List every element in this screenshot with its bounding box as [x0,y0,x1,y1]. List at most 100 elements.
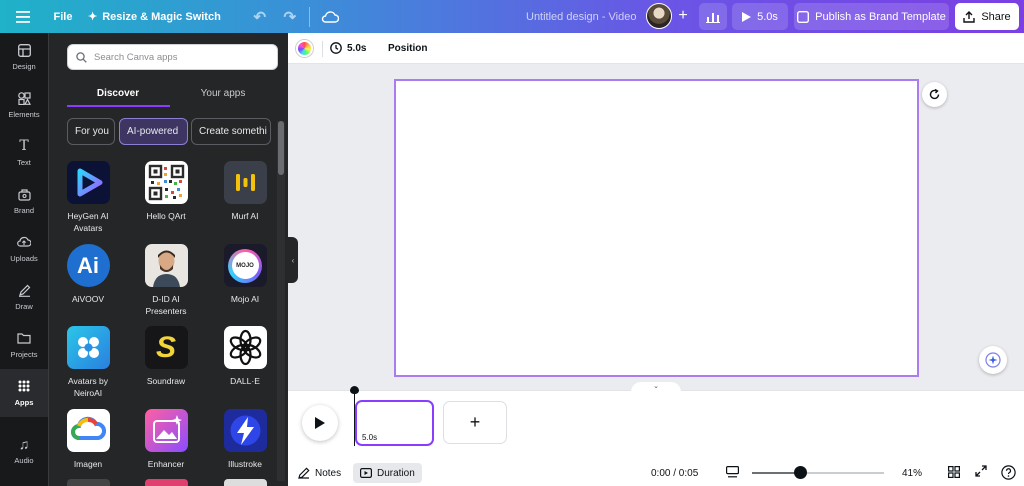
app-imagen[interactable]: Imagen [52,409,124,470]
background-color-icon[interactable] [296,40,313,57]
undo-icon[interactable]: ↶ [245,0,275,33]
app-label: Imagen [73,459,103,469]
rail-item-projects[interactable]: Projects [0,321,48,369]
rail-label: Elements [8,109,40,119]
publish-label: Publish as Brand Template [815,10,946,23]
tab-discover[interactable]: Discover [68,81,168,105]
clock-icon [330,42,342,54]
duration-button[interactable]: Duration [353,463,422,483]
design-canvas[interactable] [394,79,919,377]
rail-label: Apps [14,397,34,407]
illustroke-logo-icon [223,409,267,452]
tab-your-apps[interactable]: Your apps [173,81,273,105]
notes-label: Notes [315,467,342,479]
app-label: Avatars by NeiroAI [67,376,108,398]
share-button[interactable]: Share [955,3,1019,30]
app-label: DALL·E [230,376,260,386]
cloud-save-icon[interactable] [310,0,350,33]
rail-item-elements[interactable]: Elements [0,81,48,129]
apps-panel: Search Canva apps Discover Your apps For… [48,33,288,486]
app-murf-ai[interactable]: Murf AI [209,161,281,222]
layout-icon [17,43,31,58]
chip-create-something[interactable]: Create somethi [191,118,271,145]
notes-pencil-icon [298,467,310,479]
publish-brand-template-button[interactable]: Publish as Brand Template [794,3,949,30]
app-mojo-ai[interactable]: MOJO Mojo AI [209,244,281,305]
shapes-icon [17,91,31,106]
app-tile-partial [145,479,188,486]
rail-item-apps[interactable]: Apps [0,369,48,417]
search-apps-field[interactable]: Search Canva apps [67,44,278,70]
panel-scrollbar[interactable] [277,121,285,481]
brand-icon [17,188,31,202]
app-label: Illustroke [227,459,262,469]
position-button[interactable]: Position [388,39,427,57]
rail-item-uploads[interactable]: Uploads [0,225,48,273]
play-preview-button[interactable]: 5.0s [732,3,788,30]
soundraw-logo-icon: S [144,326,188,369]
search-icon [76,51,87,63]
rail-item-text[interactable]: T Text [0,129,48,177]
play-icon [315,417,325,429]
app-dall-e[interactable]: DALL·E [209,326,281,387]
rail-label: Text [17,157,31,167]
folder-icon [17,332,31,346]
rail-item-draw[interactable]: Draw [0,273,48,321]
collapse-panel-handle[interactable]: ‹ [288,237,298,283]
zoom-slider[interactable] [752,472,884,474]
murf-logo-icon [223,161,267,204]
insights-chart-icon[interactable] [699,3,727,30]
resize-magic-switch-button[interactable]: ✦ Resize & Magic Switch [80,0,221,33]
rail-item-design[interactable]: Design [0,33,48,81]
add-collaborator-icon[interactable]: + [673,5,693,27]
presenter-portrait-icon [144,244,188,287]
zoom-percent[interactable]: 41% [902,465,922,481]
app-label: Soundraw [146,376,186,386]
grid-view-icon[interactable] [948,466,960,478]
app-illustroke[interactable]: Illustroke [209,409,281,470]
google-cloud-icon [66,409,110,452]
help-icon[interactable] [1001,465,1016,480]
regenerate-refresh-icon[interactable] [922,82,947,107]
notes-button[interactable]: Notes [298,465,341,481]
page-duration-button[interactable]: 5.0s [330,39,366,57]
app-d-id[interactable]: D-ID AI Presenters [130,244,202,317]
app-neiroai[interactable]: Avatars by NeiroAI [52,326,124,399]
magic-assistant-sparkle-icon[interactable] [979,346,1007,374]
template-icon [797,10,810,23]
aivoov-logo-icon: Ai [66,244,110,287]
timeline-clip[interactable]: 5.0s [355,400,434,446]
chip-ai-powered[interactable]: AI-powered [119,118,188,145]
draw-icon [18,284,31,298]
app-hello-qart[interactable]: Hello QArt [130,161,202,222]
rail-item-audio[interactable]: ♫ Audio [0,427,48,475]
rail-item-brand[interactable]: Brand [0,177,48,225]
hamburger-menu-icon[interactable] [0,0,46,33]
document-title[interactable]: Untitled design - Video [526,0,636,33]
add-page-button[interactable]: + [443,401,507,444]
playback-time: 0:00 / 0:05 [651,467,699,479]
share-upload-icon [963,10,976,23]
playhead-handle[interactable] [350,386,359,394]
chip-for-you[interactable]: For you [67,118,115,145]
user-avatar[interactable] [646,3,672,29]
duration-play-icon [360,468,372,478]
redo-icon[interactable]: ↷ [275,0,305,33]
timeline-play-button[interactable] [302,405,338,441]
timeline-toggle-chevron-icon[interactable]: ⌄ [631,382,681,392]
scrollbar-thumb[interactable] [278,121,284,175]
side-navigation-rail: Design Elements T Text Brand Uploads Dra… [0,33,48,486]
app-label: Hello QArt [146,211,186,221]
app-aivoov[interactable]: Ai AiVOOV [52,244,124,305]
app-enhancer[interactable]: Enhancer [130,409,202,470]
qr-code-icon [144,161,188,204]
app-heygen[interactable]: HeyGen AI Avatars [52,161,124,234]
music-icon: ♫ [18,435,30,452]
app-soundraw[interactable]: S Soundraw [130,326,202,387]
fullscreen-icon[interactable] [975,465,987,477]
file-menu-button[interactable]: File [46,0,80,33]
play-icon [742,11,752,22]
rail-label: Design [12,61,36,71]
apps-grid-icon [18,380,30,394]
page-view-icon[interactable] [726,466,739,478]
